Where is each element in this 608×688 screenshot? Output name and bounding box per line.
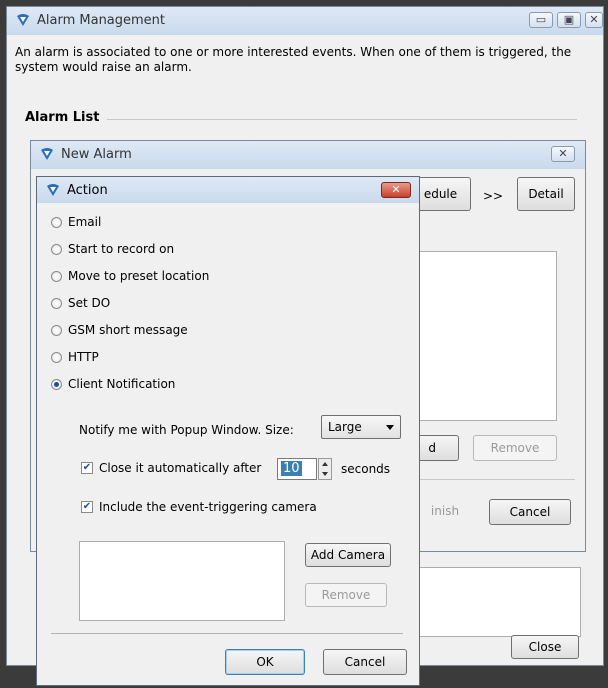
close-auto-label: Close it automatically after	[99, 461, 262, 475]
radio-button[interactable]	[51, 243, 62, 255]
seconds-stepper[interactable]	[318, 458, 332, 480]
remove-event-button[interactable]: Remove	[473, 435, 557, 461]
title-bar[interactable]: Alarm Management ▭ ▣ ✕	[7, 7, 603, 35]
action-dialog: Action ✕ Email Start to record on Move t…	[36, 176, 420, 686]
minimize-button[interactable]: ▭	[529, 12, 553, 28]
action-divider	[51, 633, 403, 634]
radio-move-preset[interactable]: Move to preset location	[51, 267, 209, 285]
close-auto-row[interactable]: ✔ Close it automatically after	[81, 461, 261, 475]
radio-button[interactable]	[51, 324, 62, 336]
radio-label: Move to preset location	[68, 269, 210, 283]
app-logo-icon	[47, 184, 59, 196]
size-select[interactable]: Large	[321, 415, 401, 439]
camera-list[interactable]	[79, 541, 285, 621]
action-title: Action	[67, 183, 108, 198]
app-logo-icon	[41, 148, 53, 160]
next-arrows: >>	[483, 189, 504, 203]
event-list-panel[interactable]	[411, 251, 557, 421]
radio-label: HTTP	[68, 350, 99, 364]
radio-label: Client Notification	[68, 377, 176, 391]
add-camera-button[interactable]: Add Camera	[305, 543, 391, 567]
radio-client-notification[interactable]: Client Notification	[51, 375, 175, 393]
remove-camera-button[interactable]: Remove	[305, 583, 387, 607]
chevron-down-icon	[386, 425, 394, 430]
seconds-input[interactable]: 10	[277, 458, 317, 480]
size-select-value: Large	[328, 420, 362, 434]
action-close-button[interactable]: ✕	[381, 182, 411, 198]
include-camera-checkbox[interactable]: ✔	[81, 501, 93, 513]
close-window-button[interactable]: ✕	[585, 12, 603, 28]
radio-label: GSM short message	[68, 323, 188, 337]
description-text: An alarm is associated to one or more in…	[15, 45, 572, 74]
seconds-label: seconds	[341, 462, 391, 476]
dialog-divider	[411, 479, 575, 480]
radio-label: Set DO	[68, 296, 111, 310]
radio-button[interactable]	[51, 270, 62, 282]
maximize-button[interactable]: ▣	[557, 12, 581, 28]
seconds-value: 10	[281, 461, 302, 476]
radio-gsm[interactable]: GSM short message	[51, 321, 188, 339]
alarm-list-heading: Alarm List	[25, 110, 100, 125]
new-alarm-cancel-button[interactable]: Cancel	[489, 499, 571, 525]
include-camera-label: Include the event-triggering camera	[99, 500, 317, 514]
radio-start-record[interactable]: Start to record on	[51, 240, 174, 258]
radio-email[interactable]: Email	[51, 213, 101, 231]
chevron-down-icon[interactable]	[322, 472, 328, 476]
new-alarm-title-bar[interactable]: New Alarm ✕	[31, 141, 585, 169]
ok-button[interactable]: OK	[225, 649, 305, 675]
finish-button[interactable]: inish	[411, 499, 479, 525]
chevron-up-icon[interactable]	[322, 462, 328, 466]
radio-label: Start to record on	[68, 242, 175, 256]
include-camera-row[interactable]: ✔ Include the event-triggering camera	[81, 500, 317, 514]
radio-set-do[interactable]: Set DO	[51, 294, 110, 312]
close-button[interactable]: Close	[511, 635, 579, 659]
radio-button[interactable]	[51, 351, 62, 363]
action-cancel-button[interactable]: Cancel	[323, 649, 407, 675]
new-alarm-close-button[interactable]: ✕	[551, 146, 575, 162]
schedule-tab-button[interactable]: edule	[411, 177, 471, 211]
radio-button[interactable]	[51, 297, 62, 309]
action-title-bar[interactable]: Action ✕	[37, 177, 419, 203]
alarm-list-divider	[107, 119, 577, 120]
new-alarm-title: New Alarm	[61, 147, 132, 162]
radio-label: Email	[68, 215, 102, 229]
window-title: Alarm Management	[37, 13, 166, 28]
app-logo-icon	[17, 14, 29, 26]
notify-label: Notify me with Popup Window. Size:	[79, 423, 294, 437]
radio-button[interactable]	[51, 216, 62, 228]
radio-button-selected[interactable]	[51, 378, 62, 390]
alarm-list-panel[interactable]	[407, 567, 581, 637]
detail-tab-button[interactable]: Detail	[517, 177, 575, 211]
close-auto-checkbox[interactable]: ✔	[81, 462, 93, 474]
radio-http[interactable]: HTTP	[51, 348, 99, 366]
